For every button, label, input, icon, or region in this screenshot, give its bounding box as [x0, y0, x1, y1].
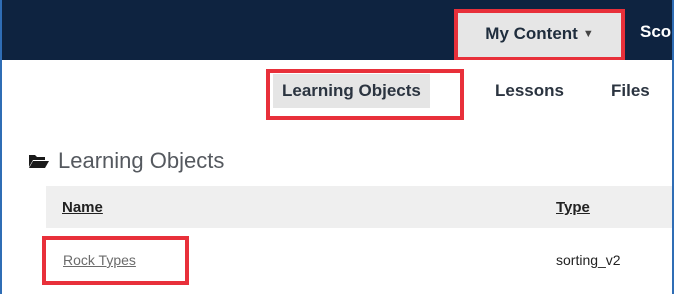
column-header-type[interactable]: Type [556, 199, 590, 216]
section-heading: Learning Objects [28, 148, 224, 174]
tab-label: Files [611, 81, 650, 100]
tab-label: Lessons [495, 81, 564, 100]
tab-files[interactable]: Files [611, 74, 650, 108]
my-content-label: My Content [485, 23, 578, 43]
table-row: Rock Types sorting_v2 [46, 228, 672, 292]
top-nav-item-partial[interactable]: Sco [640, 22, 671, 42]
learning-object-type: sorting_v2 [556, 252, 621, 268]
caret-down-icon: ▼ [582, 27, 594, 40]
table-header-row: Name Type [46, 186, 672, 228]
column-header-name[interactable]: Name [62, 199, 103, 216]
section-title: Learning Objects [58, 148, 225, 173]
my-content-menu-button[interactable]: My Content ▼ [458, 9, 621, 58]
content-sub-navigation: Learning Objects Lessons Files [2, 60, 672, 132]
folder-open-icon [29, 155, 49, 168]
app-frame: My Content ▼ Sco Learning Objects Lesson… [0, 0, 674, 294]
tab-label: Learning Objects [282, 81, 421, 100]
tab-learning-objects[interactable]: Learning Objects [273, 74, 430, 108]
top-navigation-bar: My Content ▼ Sco [2, 0, 672, 60]
tab-lessons[interactable]: Lessons [495, 74, 564, 108]
learning-object-link[interactable]: Rock Types [63, 252, 136, 268]
